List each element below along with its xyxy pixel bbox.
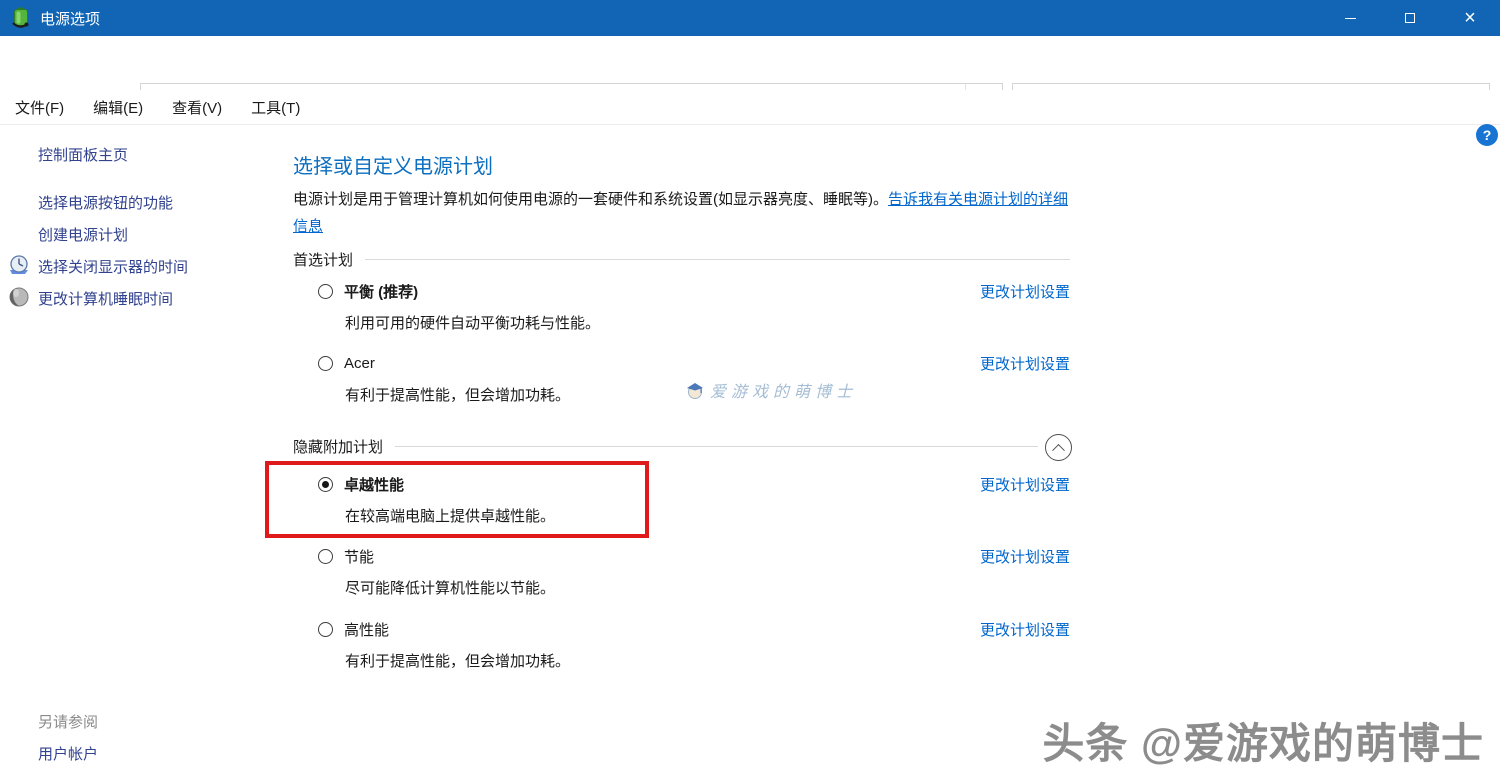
help-button[interactable]: ? <box>1476 124 1498 146</box>
chevron-up-icon <box>1052 444 1065 457</box>
plan-row-high-performance: 高性能 更改计划设置 有利于提高性能，但会增加功耗。 <box>293 619 1070 671</box>
sidebar-item-change-sleep-time[interactable]: 更改计算机睡眠时间 <box>38 288 173 309</box>
radio-acer[interactable] <box>318 356 333 371</box>
plan-name-balanced[interactable]: 平衡 (推荐) <box>344 281 418 302</box>
maximize-icon <box>1405 13 1415 23</box>
plan-row-power-saver: 节能 更改计划设置 尽可能降低计算机性能以节能。 <box>293 546 1070 598</box>
radio-balanced[interactable] <box>318 284 333 299</box>
plan-name-high-performance[interactable]: 高性能 <box>344 619 389 640</box>
sidebar-item-create-power-plan[interactable]: 创建电源计划 <box>38 224 128 245</box>
page-description: 电源计划是用于管理计算机如何使用电源的一套硬件和系统设置(如显示器亮度、睡眠等)… <box>293 186 1068 240</box>
minimize-icon <box>1345 18 1356 19</box>
close-button[interactable]: × <box>1440 0 1500 36</box>
section-preferred-plans-label: 首选计划 <box>293 249 353 270</box>
section-hidden-plans-label: 隐藏附加计划 <box>293 436 383 457</box>
plan-name-ultimate-performance[interactable]: 卓越性能 <box>344 474 404 495</box>
clock-icon <box>8 254 30 276</box>
collapse-section-button[interactable] <box>1045 434 1072 461</box>
plan-desc-balanced: 利用可用的硬件自动平衡功耗与性能。 <box>293 312 1070 333</box>
change-plan-settings-link-high-performance[interactable]: 更改计划设置 <box>980 619 1070 640</box>
navigation-bar: ← → ↑ › 控制面板 › 硬件和声音 › 电源选项 <box>0 36 1500 90</box>
help-icon: ? <box>1483 127 1492 143</box>
section-divider <box>395 446 1038 447</box>
bottom-watermark: 头条 @爱游戏的萌博士 <box>1042 710 1484 771</box>
menu-file[interactable]: 文件(F) <box>15 97 64 118</box>
radio-power-saver[interactable] <box>318 549 333 564</box>
minimize-button[interactable] <box>1320 0 1380 36</box>
section-preferred-plans: 首选计划 <box>293 249 1070 270</box>
description-text: 电源计划是用于管理计算机如何使用电源的一套硬件和系统设置(如显示器亮度、睡眠等)… <box>293 191 888 208</box>
menu-bar: 文件(F) 编辑(E) 查看(V) 工具(T) <box>0 90 1500 125</box>
see-also-header: 另请参阅 <box>38 711 98 732</box>
sidebar-item-control-panel-home[interactable]: 控制面板主页 <box>38 144 128 165</box>
change-plan-settings-link-balanced[interactable]: 更改计划设置 <box>980 281 1070 302</box>
sleep-icon <box>8 286 30 308</box>
maximize-button[interactable] <box>1380 0 1440 36</box>
change-plan-settings-link-acer[interactable]: 更改计划设置 <box>980 353 1070 374</box>
window-title: 电源选项 <box>40 8 100 29</box>
plan-desc-ultimate-performance: 在较高端电脑上提供卓越性能。 <box>293 505 1070 526</box>
page-title: 选择或自定义电源计划 <box>293 150 493 179</box>
plan-name-power-saver[interactable]: 节能 <box>344 546 374 567</box>
sidebar-item-choose-display-off-time[interactable]: 选择关闭显示器的时间 <box>38 256 188 277</box>
change-plan-settings-link-power-saver[interactable]: 更改计划设置 <box>980 546 1070 567</box>
plan-name-acer[interactable]: Acer <box>344 355 375 372</box>
watermark-avatar-icon <box>685 380 705 400</box>
sidebar-item-power-button-function[interactable]: 选择电源按钮的功能 <box>38 192 173 213</box>
radio-high-performance[interactable] <box>318 622 333 637</box>
plan-row-ultimate-performance: 卓越性能 更改计划设置 在较高端电脑上提供卓越性能。 <box>293 474 1070 526</box>
menu-tools[interactable]: 工具(T) <box>251 97 300 118</box>
center-watermark-text: 爱游戏的萌博士 <box>710 378 857 402</box>
sidebar-item-user-accounts[interactable]: 用户帐户 <box>38 743 98 764</box>
section-divider <box>365 259 1070 260</box>
menu-edit[interactable]: 编辑(E) <box>93 97 143 118</box>
plan-desc-acer: 有利于提高性能，但会增加功耗。 <box>293 384 1070 405</box>
radio-ultimate-performance[interactable] <box>318 477 333 492</box>
plan-desc-power-saver: 尽可能降低计算机性能以节能。 <box>293 577 1070 598</box>
battery-app-icon <box>11 7 31 29</box>
section-hidden-plans: 隐藏附加计划 <box>293 436 1070 457</box>
change-plan-settings-link-ultimate[interactable]: 更改计划设置 <box>980 474 1070 495</box>
plan-row-acer: Acer 更改计划设置 有利于提高性能，但会增加功耗。 <box>293 353 1070 405</box>
plan-row-balanced: 平衡 (推荐) 更改计划设置 利用可用的硬件自动平衡功耗与性能。 <box>293 281 1070 333</box>
center-watermark: 爱游戏的萌博士 <box>685 378 857 402</box>
titlebar: 电源选项 × <box>0 0 1500 36</box>
close-icon: × <box>1464 8 1476 28</box>
plan-desc-high-performance: 有利于提高性能，但会增加功耗。 <box>293 650 1070 671</box>
menu-view[interactable]: 查看(V) <box>172 97 222 118</box>
